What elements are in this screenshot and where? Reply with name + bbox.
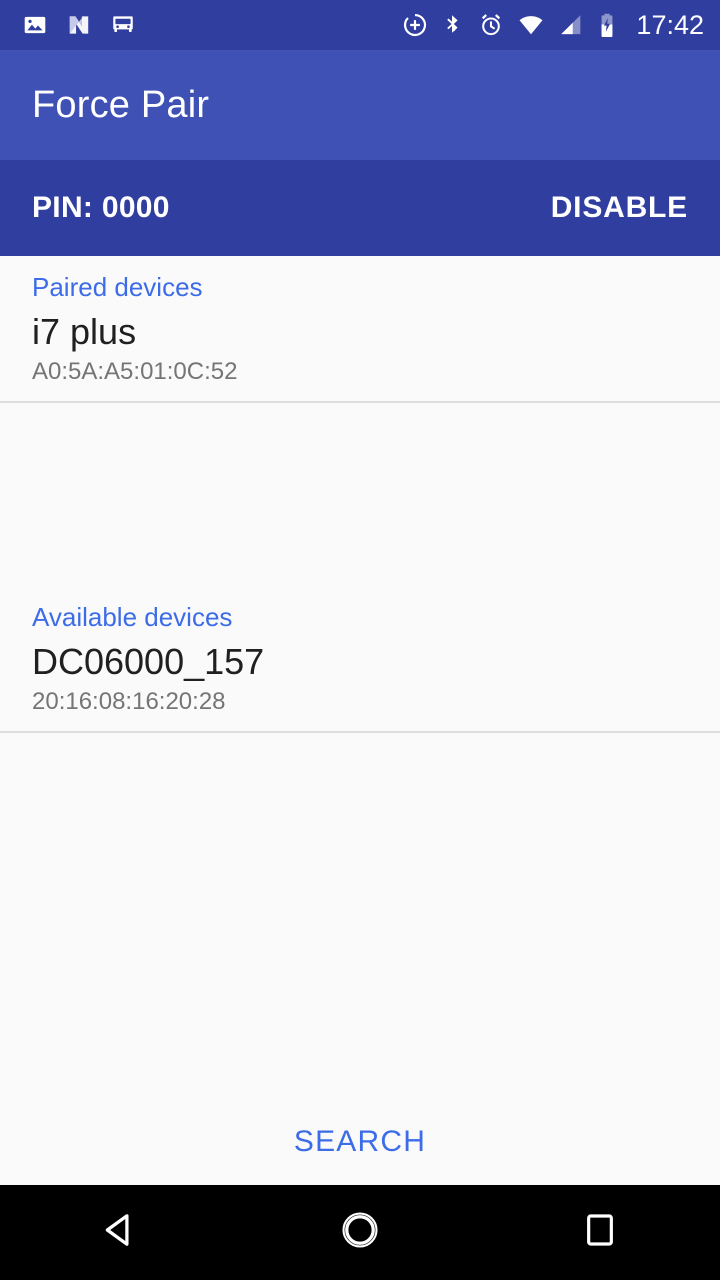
device-name: i7 plus — [32, 311, 137, 352]
recents-square-icon — [580, 1210, 620, 1255]
home-button[interactable] — [300, 1185, 420, 1280]
alarm-clock-icon — [478, 12, 504, 38]
pin-bar: PIN: 0000 DISABLE — [0, 160, 720, 256]
home-circle-icon — [337, 1207, 383, 1258]
list-item[interactable]: DC06000_157 20:16:08:16:20:28 — [0, 639, 720, 731]
search-button[interactable]: SEARCH — [294, 1125, 426, 1159]
disable-button[interactable]: DISABLE — [551, 191, 688, 225]
device-mac-address: A0:5A:A5:01:0C:52 — [32, 358, 238, 386]
bluetooth-icon — [441, 12, 465, 38]
status-bar: 17:42 — [0, 0, 720, 50]
wifi-icon — [517, 12, 545, 38]
available-devices-header: Available devices — [32, 602, 233, 632]
status-bar-left-icons — [22, 12, 136, 38]
list-item[interactable]: i7 plus A0:5A:A5:01:0C:52 — [0, 309, 720, 401]
app-bar: Force Pair — [0, 50, 720, 160]
bus-transit-icon — [110, 12, 136, 38]
android-screen: 17:42 Force Pair PIN: 0000 DISABLE Paire… — [0, 0, 720, 1280]
search-button-row: SEARCH — [0, 1125, 720, 1185]
cellular-signal-icon — [558, 12, 584, 38]
pin-value-label[interactable]: PIN: 0000 — [32, 191, 170, 225]
add-circle-icon — [402, 12, 428, 38]
status-bar-right-icons: 17:42 — [402, 9, 704, 40]
list-divider — [0, 730, 720, 733]
paired-devices-section: Paired devices i7 plus A0:5A:A5:01:0C:52 — [0, 256, 720, 586]
recents-button[interactable] — [540, 1185, 660, 1280]
device-name: DC06000_157 — [32, 641, 265, 682]
battery-charging-icon — [597, 12, 617, 38]
list-divider — [0, 400, 720, 403]
status-bar-clock: 17:42 — [636, 9, 704, 40]
device-list-content: Paired devices i7 plus A0:5A:A5:01:0C:52… — [0, 256, 720, 1185]
navigation-bar — [0, 1185, 720, 1280]
paired-devices-header: Paired devices — [32, 272, 203, 302]
android-n-logo-icon — [66, 12, 92, 38]
back-button[interactable] — [60, 1185, 180, 1280]
page-title: Force Pair — [32, 83, 210, 126]
device-mac-address: 20:16:08:16:20:28 — [32, 688, 226, 716]
available-devices-section: Available devices DC06000_157 20:16:08:1… — [0, 586, 720, 1125]
back-triangle-icon — [97, 1207, 143, 1258]
image-icon — [22, 12, 48, 38]
